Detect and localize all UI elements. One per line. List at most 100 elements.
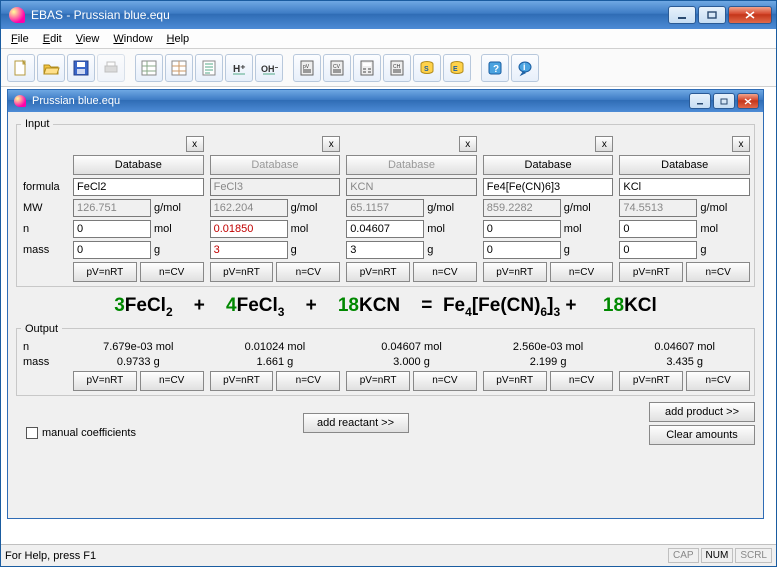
app-icon [9,7,25,23]
n-input-0[interactable] [73,220,151,238]
db1-icon[interactable]: S [413,54,441,82]
add-product-button[interactable]: add product >> [649,402,755,422]
ncv-out-2[interactable]: n=CV [413,371,477,391]
manual-coeff-label: manual coefficients [42,427,136,439]
ncv-out-0[interactable]: n=CV [140,371,204,391]
open-icon[interactable] [37,54,65,82]
ncv-out-1[interactable]: n=CV [276,371,340,391]
pvnrt-out-3[interactable]: pV=nRT [483,371,547,391]
pvnrt-out-1[interactable]: pV=nRT [210,371,274,391]
database-button-3[interactable]: Database [483,155,614,175]
pvnrt-in-1[interactable]: pV=nRT [210,262,274,282]
database-button-4[interactable]: Database [619,155,750,175]
row-mass: mass [21,244,67,256]
ohminus-icon[interactable]: OH⁻ [255,54,283,82]
pvnrt-out-4[interactable]: pV=nRT [619,371,683,391]
equation: 3FeCl2 + 4FeCl3 + 18KCN = Fe4[Fe(CN)6]3 … [16,295,755,319]
info-icon[interactable]: i [511,54,539,82]
clear-amounts-button[interactable]: Clear amounts [649,425,755,445]
row-mw: MW [21,202,67,214]
menu-file[interactable]: File [5,31,35,47]
n-input-4[interactable] [619,220,697,238]
mass-input-1[interactable] [210,241,288,259]
formula-input-1[interactable] [210,178,341,196]
menu-window[interactable]: Window [107,31,158,47]
out-mass-3: 2.199 g [483,356,614,368]
manual-coeff-checkbox[interactable] [26,427,38,439]
mass-input-4[interactable] [619,241,697,259]
calc3-icon[interactable] [353,54,381,82]
menu-edit[interactable]: Edit [37,31,68,47]
row-n: n [21,223,67,235]
ncv-out-4[interactable]: n=CV [686,371,750,391]
window-title: EBAS - Prussian blue.equ [31,8,668,22]
calc4-icon[interactable]: CH [383,54,411,82]
mw-input-3[interactable] [483,199,561,217]
out-mass-1: 1.661 g [210,356,341,368]
ncv-out-3[interactable]: n=CV [550,371,614,391]
svg-text:i: i [523,62,526,72]
pvnrt-in-3[interactable]: pV=nRT [483,262,547,282]
clear-col-2[interactable]: x [459,136,477,152]
mw-input-1[interactable] [210,199,288,217]
pvnrt-in-0[interactable]: pV=nRT [73,262,137,282]
n-input-2[interactable] [346,220,424,238]
child-close-button[interactable] [737,93,759,109]
new-icon[interactable] [7,54,35,82]
mw-input-4[interactable] [619,199,697,217]
database-button-0[interactable]: Database [73,155,204,175]
mdi-client: Prussian blue.equ Input x x x x [1,87,776,544]
print-icon[interactable] [97,54,125,82]
calc2-icon[interactable]: CV [323,54,351,82]
out-row-mass: mass [21,356,67,368]
ncv-in-1[interactable]: n=CV [276,262,340,282]
out-n-0: 7.679e-03 mol [73,341,204,353]
mass-input-3[interactable] [483,241,561,259]
clear-col-1[interactable]: x [322,136,340,152]
mass-input-0[interactable] [73,241,151,259]
output-fieldset: Output n 7.679e-03 mol 0.01024 mol 0.046… [16,323,755,396]
pvnrt-in-4[interactable]: pV=nRT [619,262,683,282]
ncv-in-4[interactable]: n=CV [686,262,750,282]
table2-icon[interactable] [165,54,193,82]
mass-input-2[interactable] [346,241,424,259]
save-icon[interactable] [67,54,95,82]
n-input-3[interactable] [483,220,561,238]
minimize-button[interactable] [668,6,696,24]
database-button-1[interactable]: Database [210,155,341,175]
ncv-in-2[interactable]: n=CV [413,262,477,282]
mw-input-2[interactable] [346,199,424,217]
child-minimize-button[interactable] [689,93,711,109]
clear-col-0[interactable]: x [186,136,204,152]
ncv-in-3[interactable]: n=CV [550,262,614,282]
maximize-button[interactable] [698,6,726,24]
formula-input-0[interactable] [73,178,204,196]
formula-input-3[interactable] [483,178,614,196]
child-maximize-button[interactable] [713,93,735,109]
pvnrt-out-2[interactable]: pV=nRT [346,371,410,391]
doc-icon [14,95,26,107]
add-reactant-button[interactable]: add reactant >> [303,413,409,433]
clear-col-4[interactable]: x [732,136,750,152]
input-legend: Input [21,118,53,130]
close-button[interactable] [728,6,772,24]
table1-icon[interactable] [135,54,163,82]
database-button-2[interactable]: Database [346,155,477,175]
pvnrt-in-2[interactable]: pV=nRT [346,262,410,282]
out-n-4: 0.04607 mol [619,341,750,353]
calc1-icon[interactable]: pV [293,54,321,82]
clear-col-3[interactable]: x [595,136,613,152]
mw-input-0[interactable] [73,199,151,217]
n-input-1[interactable] [210,220,288,238]
db2-icon[interactable]: E [443,54,471,82]
status-num: NUM [701,548,734,563]
help-icon[interactable]: ? [481,54,509,82]
menu-help[interactable]: Help [161,31,196,47]
formula-input-2[interactable] [346,178,477,196]
ncv-in-0[interactable]: n=CV [140,262,204,282]
pvnrt-out-0[interactable]: pV=nRT [73,371,137,391]
hplus-icon[interactable]: H⁺ [225,54,253,82]
notes-icon[interactable] [195,54,223,82]
formula-input-4[interactable] [619,178,750,196]
menu-view[interactable]: View [70,31,106,47]
